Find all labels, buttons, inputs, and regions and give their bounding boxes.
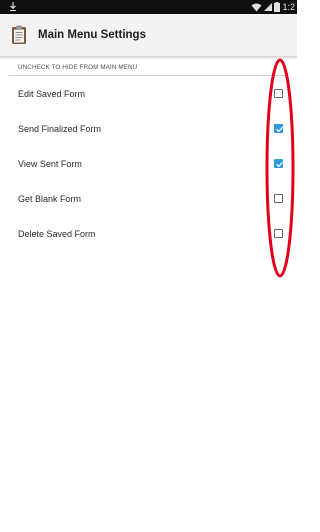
download-icon bbox=[10, 2, 16, 11]
wifi-icon bbox=[251, 3, 262, 11]
status-bar: 1:2 bbox=[0, 0, 297, 14]
pref-label: View Sent Form bbox=[18, 159, 82, 169]
battery-icon bbox=[274, 2, 281, 12]
pref-label: Edit Saved Form bbox=[18, 89, 86, 99]
pref-row-delete-saved-form[interactable]: Delete Saved Form bbox=[0, 217, 297, 252]
app-toolbar: Main Menu Settings bbox=[0, 14, 297, 57]
section-divider bbox=[9, 75, 288, 76]
checkbox[interactable] bbox=[274, 89, 283, 98]
pref-row-get-blank-form[interactable]: Get Blank Form bbox=[0, 182, 297, 217]
pref-row-view-sent-form[interactable]: View Sent Form bbox=[0, 147, 297, 182]
status-time: 1:2 bbox=[282, 2, 295, 12]
clipboard-icon bbox=[12, 25, 26, 44]
pref-row-send-finalized-form[interactable]: Send Finalized Form bbox=[0, 112, 297, 147]
checkbox[interactable] bbox=[274, 159, 283, 168]
checkbox[interactable] bbox=[274, 229, 283, 238]
page-title: Main Menu Settings bbox=[38, 29, 146, 41]
checkbox[interactable] bbox=[274, 194, 283, 203]
pref-row-edit-saved-form[interactable]: Edit Saved Form bbox=[0, 77, 297, 112]
pref-label: Delete Saved Form bbox=[18, 229, 96, 239]
pref-label: Send Finalized Form bbox=[18, 124, 102, 134]
section-header: UNCHECK TO HIDE FROM MAIN MENU bbox=[18, 64, 138, 71]
signal-icon bbox=[264, 3, 273, 11]
screen: 1:2 Main Menu Settings UNCHECK TO HIDE F… bbox=[0, 0, 297, 532]
pref-label: Get Blank Form bbox=[18, 194, 82, 204]
checkbox[interactable] bbox=[274, 124, 283, 133]
